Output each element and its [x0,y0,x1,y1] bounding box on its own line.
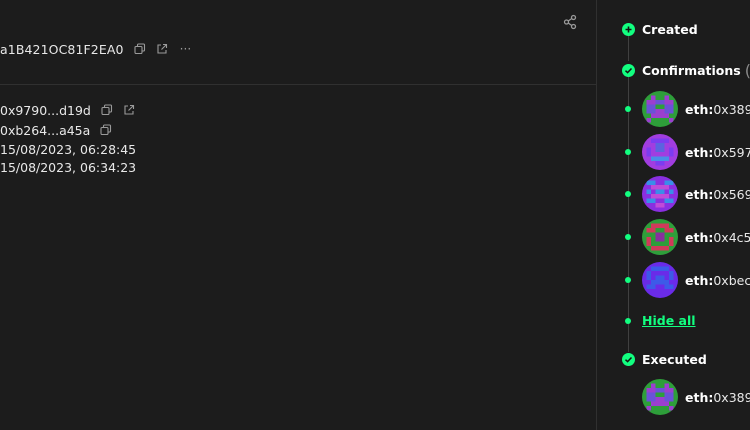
step-confirmations-label: Confirmations [642,63,741,78]
owner-address: eth:0xbec7 [685,273,750,288]
owner-address-value: 0x3893 [713,389,750,405]
executor-owner[interactable]: eth:0x3893 [642,379,750,415]
timeline-connector [628,76,629,352]
confirmation-owner[interactable]: eth:0x4c58 [642,219,750,255]
chain-prefix: eth: [685,101,714,117]
timeline-dot [625,191,631,197]
timeline-dot [625,234,631,240]
owner-address-value: 0x3893 [713,101,750,117]
owner-address-value: 0x569 [713,186,750,202]
copy-icon[interactable] [100,124,112,136]
external-link-icon[interactable] [123,104,135,116]
owner-address: eth:0x3893 [685,102,750,117]
identicon-avatar [642,91,678,127]
identicon-avatar [642,134,678,170]
owner-address-value: 0x4c58 [713,229,750,245]
owner-address: eth:0x3893 [685,390,750,405]
sender-row: 0x9790...d19d [0,101,135,119]
chain-prefix: eth: [685,186,714,202]
owner-address: eth:0x5973 [685,145,750,160]
chain-prefix: eth: [685,144,714,160]
identicon-avatar [642,176,678,212]
chain-prefix: eth: [685,389,714,405]
owner-address: eth:0x569 [685,187,750,202]
timeline-dot [625,149,631,155]
hide-all-link[interactable]: Hide all [642,313,696,328]
check-circle-icon [622,64,635,77]
transaction-details-panel: a1B421OC81F2EA0 ··· 0x9790...d19d 0xb264… [0,0,596,430]
confirmation-owner[interactable]: eth:0x5973 [642,134,750,170]
share-icon[interactable] [562,14,578,30]
transaction-hash: a1B421OC81F2EA0 [0,41,124,57]
owner-address: eth:0x4c58 [685,230,750,245]
recipient-address: 0xb264...a45a [0,122,91,138]
timeline-dot [625,277,631,283]
executed-time-value: 15/08/2023, 06:34:23 [0,159,137,175]
confirmation-owner[interactable]: eth:0x3893 [642,91,750,127]
step-created: Created [622,22,698,37]
plus-circle-icon [622,23,635,36]
step-executed: Executed [622,352,707,367]
check-circle-icon [622,353,635,366]
identicon-avatar [642,262,678,298]
step-created-label: Created [642,22,698,37]
more-options-button[interactable]: ··· [180,42,192,56]
created-time: 15/08/2023, 06:28:45 [0,140,136,158]
owner-address-value: 0xbec7 [713,272,750,288]
executed-time: 15/08/2023, 06:34:23 [0,158,136,176]
copy-icon[interactable] [134,43,146,55]
recipient-row: 0xb264...a45a [0,121,112,139]
chain-prefix: eth: [685,272,714,288]
timeline-dot [625,106,631,112]
step-executed-label: Executed [642,352,707,367]
confirmations-count: (5 [745,61,750,80]
chain-prefix: eth: [685,229,714,245]
owner-address-value: 0x5973 [713,144,750,160]
external-link-icon[interactable] [156,43,168,55]
confirmation-owner[interactable]: eth:0xbec7 [642,262,750,298]
identicon-avatar [642,379,678,415]
sender-address: 0x9790...d19d [0,102,91,118]
timeline-connector [628,36,629,61]
divider [0,84,596,85]
timeline-dot [625,318,631,324]
copy-icon[interactable] [101,104,113,116]
created-time-value: 15/08/2023, 06:28:45 [0,141,137,157]
identicon-avatar [642,219,678,255]
transaction-hash-row: a1B421OC81F2EA0 ··· [0,40,191,58]
step-confirmations: Confirmations (5 [622,61,750,80]
confirmation-owner[interactable]: eth:0x569 [642,176,750,212]
